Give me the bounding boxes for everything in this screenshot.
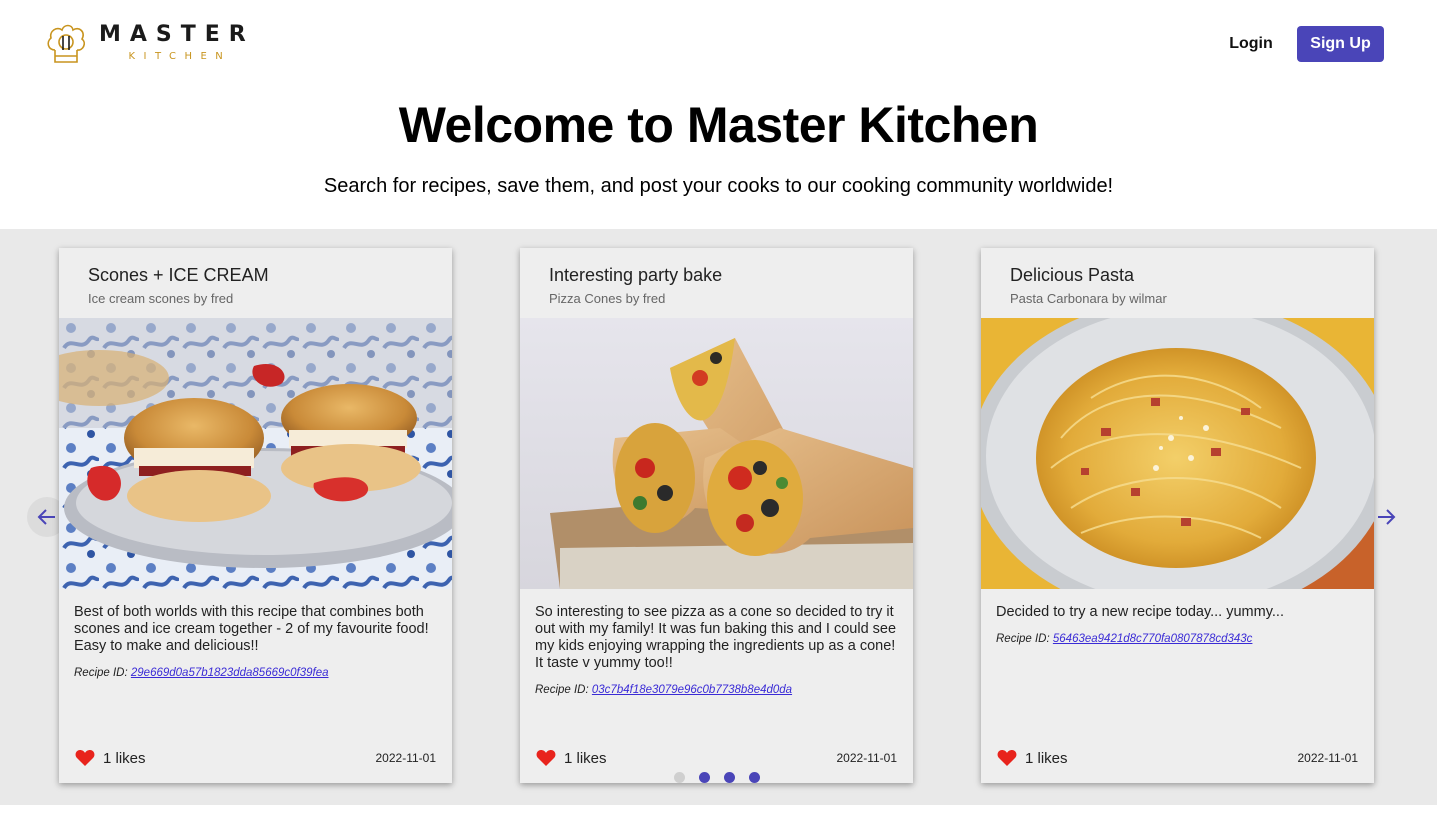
card-description: Decided to try a new recipe today... yum… — [996, 604, 1284, 620]
login-button[interactable]: Login — [1218, 26, 1284, 62]
recipe-card[interactable]: Interesting party bake Pizza Cones by fr… — [520, 248, 913, 783]
pagination-dot[interactable] — [674, 772, 685, 783]
carousel-pagination — [674, 772, 774, 783]
logo-sub-text: KITCHEN — [128, 50, 232, 62]
card-subtitle: Pasta Carbonara by wilmar — [1010, 291, 1167, 306]
likes-count: 1 likes — [564, 749, 607, 767]
card-title: Scones + ICE CREAM — [88, 265, 269, 285]
card-title: Interesting party bake — [549, 265, 723, 285]
card-recipe-id: Recipe ID: 56463ea9421d8c770fa0807878cd3… — [996, 633, 1253, 645]
logo-main-text: MASTER — [99, 21, 255, 47]
pasta-carbonara-photo — [981, 318, 1374, 589]
pagination-dot[interactable] — [724, 772, 735, 783]
recipe-id-link[interactable]: 56463ea9421d8c770fa0807878cd343c — [1053, 633, 1253, 645]
recipe-carousel: Scones + ICE CREAM Ice cream scones by f… — [0, 229, 1437, 805]
card-description: Best of both worlds with this recipe tha… — [74, 604, 429, 654]
card-subtitle: Ice cream scones by fred — [88, 291, 234, 306]
card-recipe-id: Recipe ID: 29e669d0a57b1823dda85669c0f39… — [74, 667, 329, 679]
chef-hat-logo-icon — [47, 24, 85, 63]
heart-icon[interactable] — [997, 749, 1017, 767]
card-title: Delicious Pasta — [1010, 265, 1135, 285]
likes-count: 1 likes — [1025, 749, 1068, 767]
carousel-next-button[interactable] — [1366, 497, 1406, 537]
heart-icon[interactable] — [75, 749, 95, 767]
card-description: So interesting to see pizza as a cone so… — [535, 604, 897, 671]
arrow-left-icon — [37, 509, 55, 525]
pizza-cones-photo — [520, 318, 913, 589]
recipe-id-link[interactable]: 29e669d0a57b1823dda85669c0f39fea — [131, 667, 329, 679]
arrow-right-icon — [1378, 509, 1396, 525]
site-header: MASTER KITCHEN Login Sign Up — [0, 0, 1437, 88]
page-subtitle: Search for recipes, save them, and post … — [323, 175, 1114, 197]
recipe-card[interactable]: Scones + ICE CREAM Ice cream scones by f… — [59, 248, 452, 783]
card-date: 2022-11-01 — [836, 751, 898, 765]
pagination-dot[interactable] — [699, 772, 710, 783]
card-date: 2022-11-01 — [1297, 751, 1359, 765]
signup-button[interactable]: Sign Up — [1297, 26, 1384, 62]
heart-icon[interactable] — [536, 749, 556, 767]
scones-photo — [59, 318, 452, 589]
pagination-dot[interactable] — [749, 772, 760, 783]
recipe-card[interactable]: Delicious Pasta Pasta Carbonara by wilma… — [981, 248, 1374, 783]
card-date: 2022-11-01 — [375, 751, 437, 765]
page-title: Welcome to Master Kitchen — [398, 97, 1039, 153]
recipe-id-link[interactable]: 03c7b4f18e3079e96c0b7738b8e4d0da — [592, 684, 792, 696]
card-recipe-id: Recipe ID: 03c7b4f18e3079e96c0b7738b8e4d… — [535, 684, 793, 696]
likes-count: 1 likes — [103, 749, 146, 767]
site-logo[interactable]: MASTER KITCHEN — [45, 20, 255, 66]
card-subtitle: Pizza Cones by fred — [549, 291, 666, 306]
